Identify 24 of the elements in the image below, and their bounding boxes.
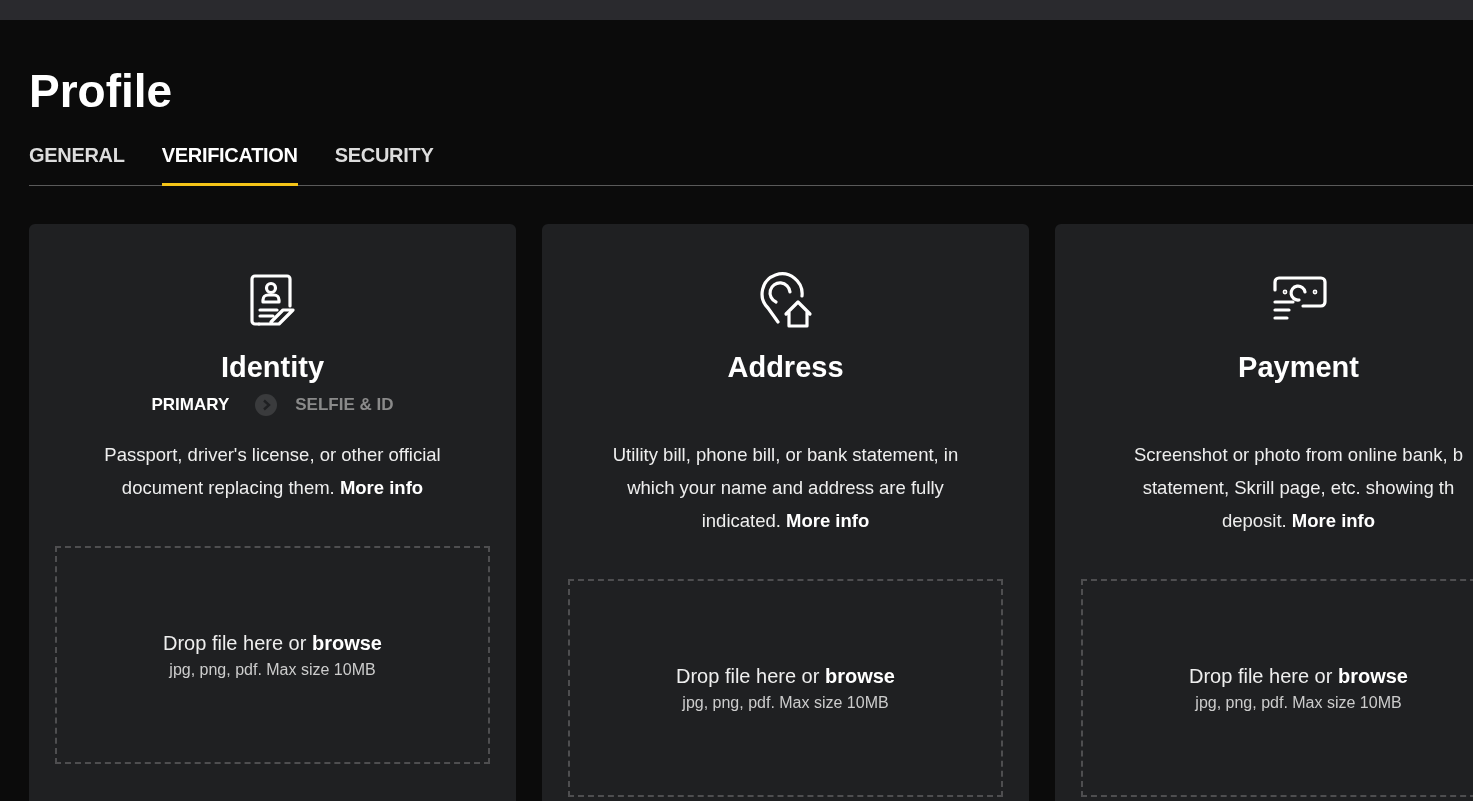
card-description: Passport, driver's license, or other official document replacing them. More info — [104, 443, 441, 500]
file-drop-zone[interactable]: Drop file here or browse jpg, png, pdf. Max size 10MB — [1081, 579, 1473, 797]
tab[interactable]: GENERAL — [29, 134, 125, 186]
card-description: Screenshot or photo from online bank, b statement, Skrill page, etc. showing th deposit. More info — [1133, 443, 1464, 533]
more-info-link[interactable]: More info — [786, 510, 870, 531]
tab[interactable]: SECURITY — [334, 134, 434, 186]
card-title: Payment — [1238, 350, 1359, 384]
drop-text: Drop file here or browse — [1189, 664, 1408, 688]
card-title: Identity — [220, 350, 325, 384]
file-hint: jpg, png, pdf. Max size 10MB — [1195, 693, 1402, 712]
file-drop-zone[interactable]: Drop file here or browse jpg, png, pdf. Max size 10MB — [568, 579, 1003, 797]
card-title: Address — [727, 350, 844, 384]
drop-text: Drop file here or browse — [163, 631, 382, 655]
more-info-link[interactable]: More info — [339, 477, 424, 498]
file-drop-zone[interactable]: Drop file here or browse jpg, png, pdf. Max size 10MB — [55, 546, 490, 764]
page-title: Profile — [29, 64, 174, 118]
tab[interactable]: VERIFICATION — [161, 134, 298, 186]
card-description: Utility bill, phone bill, or bank statement, in which your name and address are fully indicated. More info — [612, 443, 959, 533]
file-hint: jpg, png, pdf. Max size 10MB — [682, 693, 889, 712]
more-info-link[interactable]: More info — [1291, 510, 1376, 531]
file-hint: jpg, png, pdf. Max size 10MB — [169, 660, 376, 679]
drop-text: Drop file here or browse — [676, 664, 895, 688]
step-label: PRIMARY — [151, 395, 230, 415]
step-label: SELFIE & ID — [295, 395, 394, 415]
